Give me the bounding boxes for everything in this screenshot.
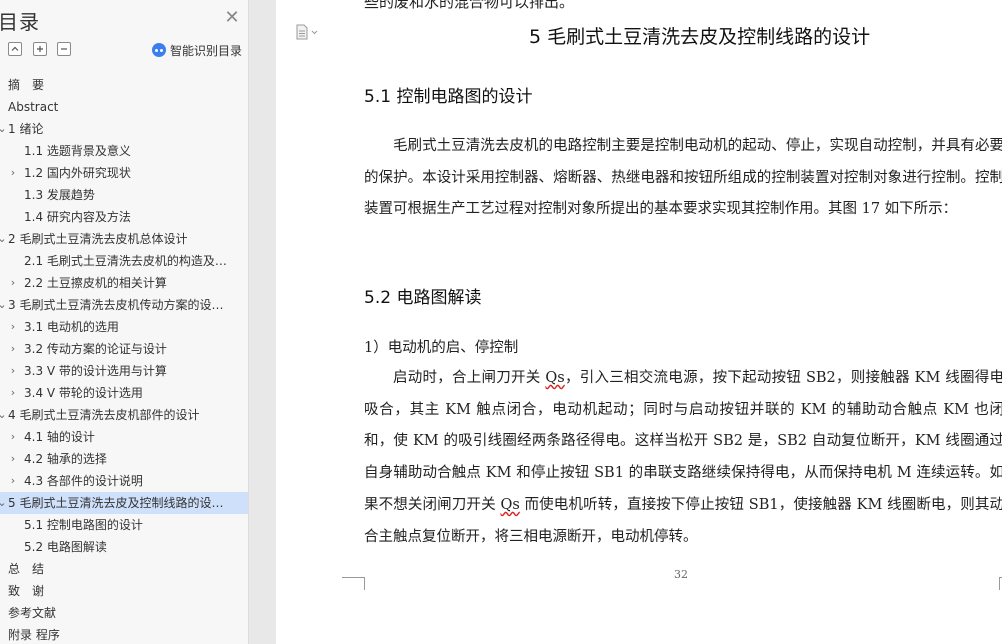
chevron-right-icon[interactable]: › <box>8 360 18 382</box>
toc-item-label: 1.3 发展趋势 <box>24 188 95 202</box>
collapse-icon[interactable] <box>57 42 71 56</box>
chevron-right-icon[interactable]: › <box>8 316 18 338</box>
chevron-right-icon[interactable]: › <box>8 470 18 492</box>
spellcheck-word[interactable]: Qs <box>500 497 519 513</box>
toc-item[interactable]: › 3.4 V 带轮的设计选用 <box>0 382 248 404</box>
list-item-heading: 1）电动机的启、停控制 <box>364 340 519 356</box>
toc-item-label: 5.2 电路图解读 <box>24 540 107 554</box>
toc-item-label: 4.1 轴的设计 <box>24 430 95 444</box>
toc-panel: 目录 ✕ 智能识别目录 摘 要 Abstract ⌄1 绪论 1.1 选题背景及… <box>0 0 249 644</box>
chevron-down-icon[interactable]: ⌄ <box>0 118 7 140</box>
document-page[interactable]: 些的废和水的混合物可以排出。 5 毛刷式土豆清洗去皮及控制线路的设计 5.1 控… <box>276 0 1002 644</box>
document-area: 些的废和水的混合物可以排出。 5 毛刷式土豆清洗去皮及控制线路的设计 5.1 控… <box>249 0 1002 644</box>
toc-item-active[interactable]: ⌄5 毛刷式土豆清洗去皮及控制线路的设… <box>0 492 248 514</box>
toc-item-label: 4.3 各部件的设计说明 <box>24 474 143 488</box>
toc-item[interactable]: 摘 要 <box>0 74 248 96</box>
chevron-right-icon[interactable]: › <box>8 162 18 184</box>
page-number: 32 <box>674 568 688 581</box>
toc-item-label: 附录 程序 <box>8 628 60 642</box>
chevron-right-icon[interactable]: › <box>8 448 18 470</box>
toc-item-label: 4 毛刷式土豆清洗去皮机部件的设计 <box>8 408 200 422</box>
toc-item-label: 2 毛刷式土豆清洗去皮机总体设计 <box>8 232 188 246</box>
toc-item-label: 2.1 毛刷式土豆清洗去皮机的构造及… <box>24 254 227 268</box>
close-icon[interactable]: ✕ <box>224 9 240 27</box>
toc-item-label: 4.2 轴承的选择 <box>24 452 107 466</box>
page-corner-mark <box>342 577 365 590</box>
chevron-down-icon[interactable]: ⌄ <box>0 294 7 316</box>
toc-item-label: 1.2 国内外研究现状 <box>24 166 131 180</box>
paragraph: 启动时，合上闸刀开关 Qs，引入三相交流电源，按下起动按钮 SB2，则接触器 K… <box>364 363 1002 553</box>
toc-item[interactable]: 1.3 发展趋势 <box>0 184 248 206</box>
toc-item[interactable]: › 3.3 V 带的设计选用与计算 <box>0 360 248 382</box>
toc-item[interactable]: 5.1 控制电路图的设计 <box>0 514 248 536</box>
chevron-down-icon[interactable]: ⌄ <box>0 228 7 250</box>
collapse-all-icon[interactable] <box>8 42 22 56</box>
chevron-right-icon[interactable]: › <box>8 382 18 404</box>
smart-toc-button[interactable]: 智能识别目录 <box>152 41 242 59</box>
previous-page-text: 些的废和水的混合物可以排出。 <box>364 0 575 11</box>
toc-item[interactable]: 1.4 研究内容及方法 <box>0 206 248 228</box>
toc-list: 摘 要 Abstract ⌄1 绪论 1.1 选题背景及意义 ›1.2 国内外研… <box>0 74 248 644</box>
toc-item[interactable]: 参考文献 <box>0 602 248 624</box>
toc-item-label: 5 毛刷式土豆清洗去皮及控制线路的设… <box>8 496 224 510</box>
toc-item[interactable]: › 3.2 传动方案的论证与设计 <box>0 338 248 360</box>
paragraph: 毛刷式土豆清洗去皮机的电路控制主要是控制电动机的起动、停止，实现自动控制，并具有… <box>364 138 1002 218</box>
chevron-right-icon[interactable]: › <box>8 426 18 448</box>
paragraph-text: ，引入三相交流电源，按下起动按钮 SB2，则接触器 KM 线圈得电吸合，其主 K… <box>364 370 1002 513</box>
section-title: 5.1 控制电路图的设计 <box>364 87 533 107</box>
toc-item-label: 2.2 土豆擦皮机的相关计算 <box>24 276 167 290</box>
toc-item-label: 3 毛刷式土豆清洗去皮机传动方案的设… <box>8 298 224 312</box>
smart-toc-label: 智能识别目录 <box>170 43 243 58</box>
chevron-down-icon[interactable]: ⌄ <box>0 404 7 426</box>
toc-item[interactable]: › 1.2 国内外研究现状 <box>0 162 248 184</box>
toc-item-label: 致 谢 <box>8 584 45 598</box>
toc-item-label: 摘 要 <box>8 78 45 92</box>
toc-item[interactable]: ⌄2 毛刷式土豆清洗去皮机总体设计 <box>0 228 248 250</box>
paragraph-text: 启动时，合上闸刀开关 <box>393 370 546 386</box>
toc-item[interactable]: Abstract <box>0 96 248 118</box>
toc-item-label: Abstract <box>8 100 59 114</box>
chapter-title: 5 毛刷式土豆清洗去皮及控制线路的设计 <box>529 26 871 48</box>
expand-icon[interactable] <box>33 42 47 56</box>
toc-item[interactable]: 2.1 毛刷式土豆清洗去皮机的构造及… <box>0 250 248 272</box>
section-title: 5.2 电路图解读 <box>364 288 482 308</box>
toc-item-label: 5.1 控制电路图的设计 <box>24 518 143 532</box>
toc-header: 目录 ✕ 智能识别目录 <box>0 0 248 70</box>
chevron-down-icon[interactable]: ⌄ <box>0 492 7 514</box>
chevron-right-icon[interactable]: › <box>8 272 18 294</box>
toc-item-label: 3.3 V 带的设计选用与计算 <box>24 364 167 378</box>
toc-item[interactable]: 致 谢 <box>0 580 248 602</box>
toc-item[interactable]: › 4.3 各部件的设计说明 <box>0 470 248 492</box>
toc-item[interactable]: › 4.2 轴承的选择 <box>0 448 248 470</box>
toc-item-label: 3.1 电动机的选用 <box>24 320 119 334</box>
toc-item[interactable]: › 4.1 轴的设计 <box>0 426 248 448</box>
toc-item[interactable]: 1.1 选题背景及意义 <box>0 140 248 162</box>
spellcheck-word[interactable]: Qs <box>545 370 564 386</box>
toc-item-label: 参考文献 <box>8 606 57 620</box>
toc-item-label: 3.4 V 带轮的设计选用 <box>24 386 143 400</box>
toc-item[interactable]: ⌄3 毛刷式土豆清洗去皮机传动方案的设… <box>0 294 248 316</box>
toc-item-label: 1.4 研究内容及方法 <box>24 210 131 224</box>
toc-item[interactable]: 总 结 <box>0 558 248 580</box>
chevron-right-icon[interactable]: › <box>8 338 18 360</box>
page-menu-icon[interactable] <box>296 24 320 40</box>
toc-item-label: 1.1 选题背景及意义 <box>24 144 131 158</box>
toc-item-label: 总 结 <box>8 562 45 576</box>
toc-item[interactable]: › 2.2 土豆擦皮机的相关计算 <box>0 272 248 294</box>
ai-robot-icon <box>152 43 166 57</box>
toc-item-label: 3.2 传动方案的论证与设计 <box>24 342 167 356</box>
toc-item[interactable]: › 3.1 电动机的选用 <box>0 316 248 338</box>
toc-item-label: 1 绪论 <box>8 122 44 136</box>
toc-item[interactable]: ⌄1 绪论 <box>0 118 248 140</box>
toc-item[interactable]: ⌄4 毛刷式土豆清洗去皮机部件的设计 <box>0 404 248 426</box>
toc-item[interactable]: 5.2 电路图解读 <box>0 536 248 558</box>
toc-title: 目录 <box>0 10 40 34</box>
toc-item[interactable]: 附录 程序 <box>0 624 248 644</box>
